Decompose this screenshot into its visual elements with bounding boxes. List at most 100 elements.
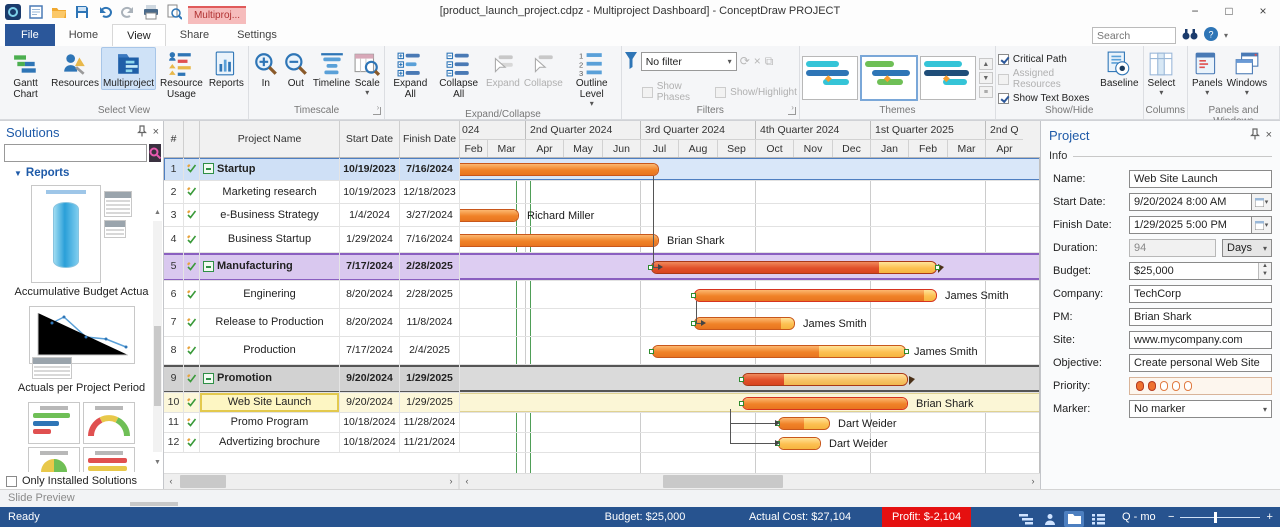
- table-row[interactable]: 1Startup10/19/20237/16/2024: [164, 158, 460, 181]
- duration-unit-select[interactable]: Days▾: [1222, 239, 1272, 257]
- slide-preview-bar[interactable]: Slide Preview: [0, 489, 1280, 507]
- table-hscrollbar[interactable]: ‹ ›: [164, 474, 460, 489]
- tab-file[interactable]: File: [5, 24, 55, 46]
- spin-up-icon[interactable]: ▲: [1259, 263, 1271, 271]
- start-date-cell[interactable]: 7/17/2024: [340, 337, 400, 365]
- themes-scroll-down-icon[interactable]: ▼: [979, 72, 993, 84]
- help-dropdown-icon[interactable]: ▾: [1224, 31, 1228, 40]
- pin-icon[interactable]: [137, 125, 147, 140]
- start-date-cell[interactable]: 9/20/2024: [340, 393, 400, 413]
- project-name-cell[interactable]: e-Business Strategy: [200, 204, 340, 227]
- column-header-project-name[interactable]: Project Name: [200, 121, 340, 157]
- table-row[interactable]: 8Production7/17/20242/4/2025: [164, 337, 460, 365]
- gantt-view-icon[interactable]: [1016, 511, 1036, 527]
- show-text-boxes-checkbox[interactable]: Show Text Boxes: [998, 93, 1094, 104]
- scroll-left-icon[interactable]: ‹: [460, 474, 474, 489]
- table-row[interactable]: 11Promo Program10/18/202411/28/2024: [164, 413, 460, 433]
- finish-date-cell[interactable]: 11/28/2024: [400, 413, 460, 433]
- timeline-button[interactable]: Timeline: [311, 47, 352, 90]
- critical-path-checkbox-box[interactable]: [998, 54, 1009, 65]
- multiproject-button[interactable]: Multiproject: [101, 47, 156, 90]
- zoom-slider-thumb[interactable]: [1214, 512, 1217, 523]
- outline-level-button[interactable]: 123 Outline Level ▾: [565, 47, 619, 109]
- project-name-cell[interactable]: Promotion: [200, 365, 340, 393]
- zoom-out-button[interactable]: Out: [281, 47, 311, 90]
- gantt-chart-button[interactable]: Gantt Chart: [2, 47, 49, 101]
- start-date-cell[interactable]: 8/20/2024: [340, 309, 400, 337]
- site-field[interactable]: www.mycompany.com: [1129, 331, 1272, 349]
- objective-field[interactable]: Create personal Web Site: [1129, 354, 1272, 372]
- solutions-section-reports[interactable]: ▼ Reports: [0, 163, 163, 181]
- start-date-cell[interactable]: 10/19/2023: [340, 158, 400, 181]
- help-icon[interactable]: ?: [1204, 27, 1218, 44]
- theme-thumbnail-3[interactable]: [920, 56, 976, 100]
- solution-item-indicators[interactable]: All in One Indicators: [0, 402, 163, 472]
- scroll-up-icon[interactable]: ▲: [153, 209, 162, 216]
- marker-select[interactable]: No marker▾: [1129, 400, 1272, 418]
- outline-view-icon[interactable]: [1088, 511, 1108, 527]
- zoom-out-icon[interactable]: −: [1168, 507, 1174, 527]
- tab-share[interactable]: Share: [166, 24, 223, 46]
- export-filter-icon[interactable]: ⧉: [765, 54, 774, 69]
- finish-date-cell[interactable]: 12/18/2023: [400, 181, 460, 204]
- start-date-picker-icon[interactable]: ▾: [1252, 193, 1272, 211]
- spin-down-icon[interactable]: ▼: [1259, 271, 1271, 279]
- project-name-cell[interactable]: Marketing research: [200, 181, 340, 204]
- start-date-field[interactable]: 9/20/2024 8:00 AM: [1129, 193, 1252, 211]
- themes-scroll-up-icon[interactable]: ▲: [979, 58, 993, 70]
- scrollbar-thumb[interactable]: [154, 326, 161, 406]
- start-date-cell[interactable]: 1/4/2024: [340, 204, 400, 227]
- chart-hscrollbar[interactable]: ‹ ›: [460, 474, 1040, 489]
- priority-dot[interactable]: [1172, 381, 1180, 391]
- finish-date-cell[interactable]: 1/29/2025: [400, 365, 460, 393]
- finish-date-cell[interactable]: 7/16/2024: [400, 227, 460, 253]
- refresh-filter-icon[interactable]: ⟳: [740, 54, 750, 69]
- priority-dot[interactable]: [1148, 381, 1156, 391]
- scale-button[interactable]: Scale ▾: [352, 47, 382, 98]
- finish-date-field[interactable]: 1/29/2025 5:00 PM: [1129, 216, 1252, 234]
- finish-date-picker-icon[interactable]: ▾: [1252, 216, 1272, 234]
- table-row[interactable]: 7Release to Production8/20/202411/8/2024: [164, 309, 460, 337]
- resources-button[interactable]: Resources: [49, 47, 101, 90]
- priority-dot[interactable]: [1184, 381, 1192, 391]
- project-name-cell[interactable]: Manufacturing: [200, 253, 340, 281]
- collapse-all-button[interactable]: Collapse All: [433, 47, 484, 101]
- windows-button[interactable]: Windows ▾: [1225, 47, 1270, 98]
- slide-preview-handle[interactable]: [130, 502, 178, 506]
- project-name-cell[interactable]: Advertizing brochure: [200, 433, 340, 453]
- scroll-left-icon[interactable]: ‹: [164, 474, 178, 489]
- reports-button[interactable]: Reports: [207, 47, 246, 90]
- scrollbar-thumb[interactable]: [180, 475, 226, 488]
- finish-date-cell[interactable]: 2/28/2025: [400, 281, 460, 309]
- start-date-cell[interactable]: 9/20/2024: [340, 365, 400, 393]
- scroll-right-icon[interactable]: ›: [1026, 474, 1040, 489]
- find-icon[interactable]: [1182, 27, 1198, 44]
- collapse-toggle-icon[interactable]: [203, 261, 214, 272]
- finish-date-cell[interactable]: 3/27/2024: [400, 204, 460, 227]
- project-name-cell[interactable]: Promo Program: [200, 413, 340, 433]
- company-field[interactable]: TechCorp: [1129, 285, 1272, 303]
- only-installed-checkbox[interactable]: [6, 476, 17, 487]
- filter-combobox[interactable]: No filter▾: [641, 52, 737, 71]
- tab-view[interactable]: View: [112, 24, 166, 46]
- pin-icon[interactable]: [1250, 128, 1260, 143]
- finish-date-cell[interactable]: 2/28/2025: [400, 253, 460, 281]
- start-date-cell[interactable]: 8/20/2024: [340, 281, 400, 309]
- theme-thumbnail-2[interactable]: [861, 56, 917, 100]
- maximize-icon[interactable]: □: [1212, 0, 1246, 22]
- expand-all-button[interactable]: Expand All: [387, 47, 433, 101]
- priority-dot[interactable]: [1136, 381, 1144, 391]
- start-date-cell[interactable]: 7/17/2024: [340, 253, 400, 281]
- solution-item-budget[interactable]: Accumulative Budget Actua: [0, 185, 163, 298]
- clear-filter-icon[interactable]: ×: [754, 54, 761, 69]
- start-date-cell[interactable]: 1/29/2024: [340, 227, 400, 253]
- solutions-search-input[interactable]: [4, 144, 147, 162]
- finish-date-cell[interactable]: 2/4/2025: [400, 337, 460, 365]
- collapse-toggle-icon[interactable]: [203, 373, 214, 384]
- finish-date-cell[interactable]: 11/21/2024: [400, 433, 460, 453]
- zoom-slider-track[interactable]: [1180, 517, 1260, 518]
- collapse-toggle-icon[interactable]: [203, 163, 214, 174]
- critical-path-checkbox[interactable]: Critical Path: [998, 54, 1094, 65]
- themes-more-icon[interactable]: ≡: [979, 86, 993, 98]
- project-name-cell[interactable]: Business Startup: [200, 227, 340, 253]
